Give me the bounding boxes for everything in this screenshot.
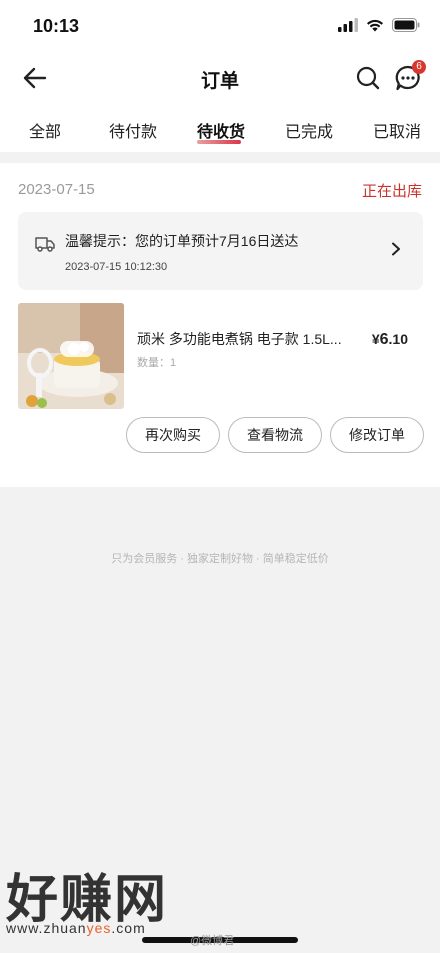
active-tab-indicator [197,140,241,144]
order-card[interactable]: 2023-07-15 正在出库 温馨提示：您的订单预计7月16日送达 2023-… [0,163,440,487]
tab-pending-payment[interactable]: 待付款 [109,118,157,142]
product-image[interactable] [18,303,124,409]
order-tabs: 全部 待付款 待收货 已完成 已取消 [0,104,440,152]
product-title[interactable]: 顽米 多功能电煮锅 电子款 1.5L... [137,329,342,349]
status-time: 10:13 [33,16,80,36]
delivery-truck-icon [35,237,55,252]
price-integer: 6 [379,331,389,348]
signal-icon [338,18,358,32]
weibo-watermark: @微博君 [190,935,235,947]
delivery-notice[interactable]: 温馨提示：您的订单预计7月16日送达 2023-07-15 10:12:30 [18,212,423,290]
notice-time: 2023-07-15 10:12:30 [65,261,168,273]
message-badge: 6 [412,60,426,74]
battery-icon [392,18,420,32]
price-symbol: ¥ [371,331,380,347]
notice-text: 温馨提示：您的订单预计7月16日送达 [65,233,299,249]
product-price: ¥6.10 [372,331,408,349]
tab-cancelled[interactable]: 已取消 [373,118,421,142]
chevron-right-icon [392,242,400,256]
watermark-url: www.zhuanyes.com [6,920,146,936]
rebuy-button[interactable]: 再次购买 [126,417,220,453]
watermark-url-suffix: .com [111,920,146,936]
order-date: 2023-07-15 [18,181,95,198]
wifi-icon [367,19,383,32]
modify-order-button[interactable]: 修改订单 [330,417,424,453]
view-logistics-button[interactable]: 查看物流 [228,417,322,453]
status-icons [338,18,420,32]
product-quantity: 数量：1 [137,357,177,369]
tab-completed[interactable]: 已完成 [285,118,333,142]
nav-bar: 订单 6 [0,52,440,104]
order-status: 正在出库 [361,183,422,200]
footer-slogan: 只为会员服务 · 独家定制好物 · 简单稳定低价 [111,553,329,565]
watermark: 好赚网 www.zhuanyes.com [6,872,306,942]
search-icon[interactable] [354,64,382,92]
watermark-url-highlight: yes [86,920,112,936]
tab-pending-receipt[interactable]: 待收货 [197,118,245,142]
price-decimal: .10 [388,331,408,347]
tab-all[interactable]: 全部 [29,118,61,142]
status-bar: 10:13 [0,0,440,52]
watermark-url-prefix: www.zhuan [6,920,87,936]
